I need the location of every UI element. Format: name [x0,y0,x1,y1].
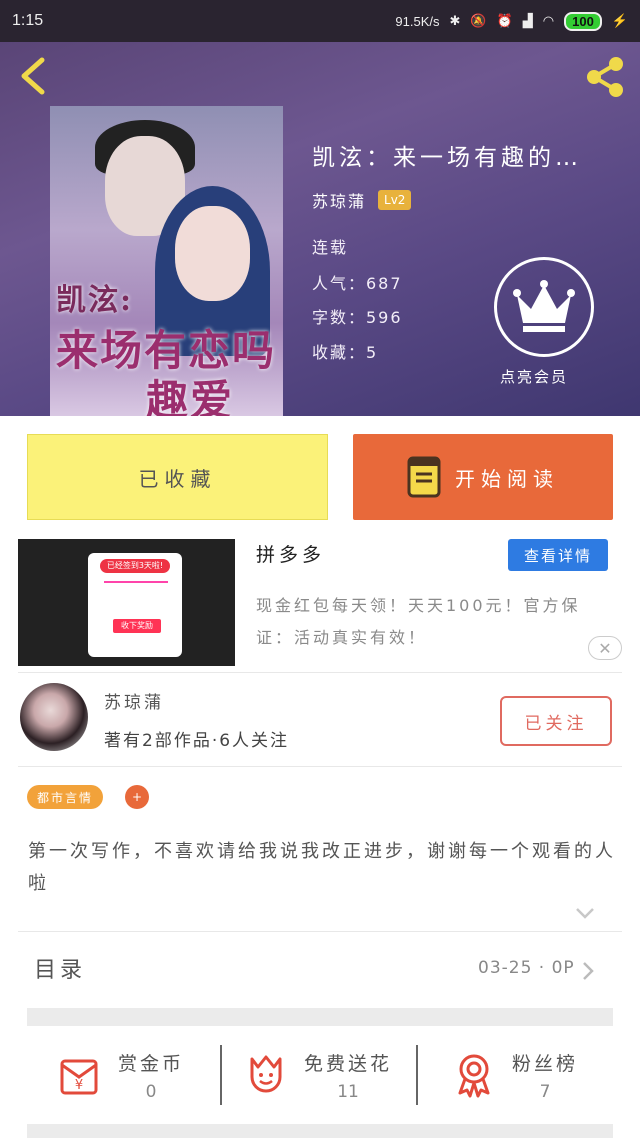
book-author-row: 苏琼蒲 Lv2 [312,188,412,212]
chevron-down-icon [576,908,594,919]
reward-label: 赏金币 [118,1052,185,1075]
followed-button[interactable]: 已关注 [500,696,612,746]
battery-indicator: 100 [564,11,602,31]
fans-label: 粉丝榜 [512,1052,579,1075]
divider [18,931,622,932]
toc-open-button[interactable] [580,960,596,982]
stat-divider [220,1045,222,1105]
content-panel [0,416,640,1138]
author-avatar[interactable] [20,683,88,751]
start-reading-button[interactable]: 开始阅读 [353,434,613,520]
book-status: 连载 [312,238,349,257]
section-spacer [27,1008,613,1026]
author-works: 著有2部作品·6人关注 [104,731,290,751]
flowers-value: 11 [337,1081,359,1102]
expand-intro-button[interactable] [574,902,596,924]
author-name[interactable]: 苏琼蒲 [104,688,164,713]
collected-button[interactable]: 已收藏 [27,434,328,520]
ad-description[interactable]: 现金红包每天领！天天100元！官方保证：活动真实有效！ [256,590,616,654]
vip-label[interactable]: 点亮会员 [500,366,568,387]
share-button[interactable] [582,55,628,99]
ad-detail-button[interactable]: 查看详情 [508,539,608,571]
start-reading-label: 开始阅读 [455,466,559,491]
status-time: 1:15 [12,12,44,29]
crown-icon [513,280,575,332]
ad-thumbnail[interactable]: 已经签到3天啦! 收下奖励 [18,539,235,666]
signal-icon: ▟ [522,13,533,28]
toc-label[interactable]: 目录 [34,952,86,984]
add-tag-button[interactable]: + [125,785,149,809]
ad-thumb-progress [104,581,168,595]
chevron-right-icon [583,962,594,980]
vip-button[interactable] [494,257,594,357]
book-title: 凯泫：来一场有趣的… [312,145,582,171]
coin-envelope-icon: ¥ [60,1059,98,1095]
back-button[interactable] [16,56,50,96]
svg-text:¥: ¥ [75,1078,83,1093]
award-ribbon-icon [458,1054,490,1098]
reward-value: 0 [145,1081,157,1102]
ad-thumb-badge: 已经签到3天啦! [100,559,170,573]
status-bar: 1:15 91.5K/s ✱ 🔕 ⏰ ▟ ◠ 100 ⚡ [0,0,640,42]
book-intro: 第一次写作，不喜欢请给我说我改正进步，谢谢每一个观看的人啦 [28,841,616,894]
stat-divider [416,1045,418,1105]
divider [18,672,622,673]
cover-title: 凯泫: 来场有恋吗 趣爱 [56,283,277,416]
section-spacer [27,1124,613,1138]
net-speed: 91.5K/s [395,13,440,29]
ad-thumb-button: 收下奖励 [113,619,161,633]
toc-latest-update[interactable]: 03-25 · 0P [478,958,575,978]
charging-icon: ⚡ [611,13,628,28]
author-level-badge: Lv2 [378,190,412,210]
flower-icon [250,1055,282,1093]
reward-coins-button[interactable]: ¥ 赏金币 0 [56,1040,184,1110]
bluetooth-icon: ✱ [449,13,461,28]
book-cover[interactable]: 凯泫: 来场有恋吗 趣爱 [50,106,283,416]
book-author-name[interactable]: 苏琼蒲 [312,188,366,212]
category-tag[interactable]: 都市言情 [27,785,104,809]
book-icon [407,456,441,498]
flowers-label: 免费送花 [304,1052,393,1075]
fans-ranking-button[interactable]: 粉丝榜 7 [450,1040,578,1110]
book-word-count: 字数：596 [312,308,403,327]
back-arrow-icon [21,57,45,95]
mute-icon: 🔕 [470,13,487,28]
share-icon [587,57,623,97]
send-flowers-button[interactable]: 免费送花 11 [242,1040,392,1110]
ad-name[interactable]: 拼多多 [256,540,325,567]
book-popularity: 人气：687 [312,274,403,293]
divider [18,766,622,767]
fans-value: 7 [539,1081,551,1102]
wifi-icon: ◠ [542,13,555,28]
alarm-icon: ⏰ [496,13,513,28]
ad-close-button[interactable]: ✕ [588,636,622,660]
book-favorites: 收藏：5 [312,343,379,362]
